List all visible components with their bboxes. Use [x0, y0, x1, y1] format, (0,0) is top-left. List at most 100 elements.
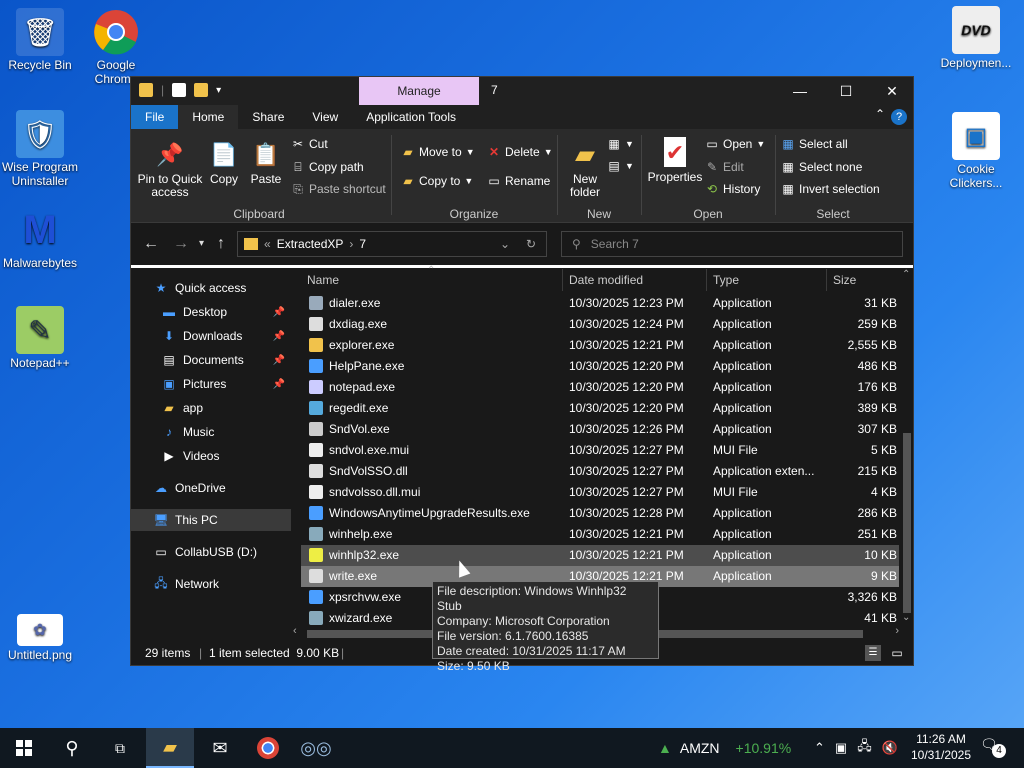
taskbar-file-explorer[interactable]: ▰ — [146, 728, 194, 768]
table-row[interactable]: SndVolSSO.dll 10/30/2025 12:27 PM Applicat… — [301, 461, 899, 482]
invert-selection-button[interactable]: ▦ Invert selection — [781, 182, 879, 196]
back-arrow-icon[interactable]: ← — [143, 235, 159, 253]
table-row[interactable]: regedit.exe 10/30/2025 12:20 PM Applicatio… — [301, 398, 899, 419]
column-header-type[interactable]: Type — [713, 269, 827, 291]
task-view-button[interactable]: ⧉ — [96, 728, 144, 768]
paste-shortcut-button[interactable]: ⎘ Paste shortcut — [291, 182, 386, 197]
history-button[interactable]: ⟲ History — [705, 182, 760, 196]
show-hidden-icons-icon[interactable]: ⌃ — [814, 740, 825, 756]
tab-file[interactable]: File — [131, 105, 179, 129]
table-row[interactable]: WindowsAnytimeUpgradeResults.exe 10/30/20… — [301, 503, 899, 524]
desktop-icon-deployment[interactable]: DVD Deploymen... — [936, 6, 1016, 70]
table-row[interactable]: SndVol.exe 10/30/2025 12:26 PM Application… — [301, 419, 899, 440]
move-to-button[interactable]: ▰ Move to ▼ — [401, 145, 474, 159]
desktop-icon-malwarebytes[interactable]: M Malwarebytes — [0, 206, 80, 271]
easy-access-button[interactable]: ▤ ▼ — [607, 159, 634, 173]
large-icons-view-icon[interactable]: ▭ — [889, 645, 905, 661]
collapse-ribbon-icon[interactable]: ⌃ — [875, 107, 885, 121]
address-input[interactable]: « ExtractedXP › 7 ⌄ ↻ — [237, 231, 547, 257]
breadcrumb-prefix[interactable]: « — [264, 237, 271, 251]
table-row[interactable]: HelpPane.exe 10/30/2025 12:20 PM Applicati… — [301, 356, 899, 377]
action-center-button[interactable]: 🗨 4 — [980, 736, 1008, 760]
refresh-icon[interactable]: ↻ — [526, 237, 536, 251]
breadcrumb-arrow-icon[interactable]: › — [349, 237, 353, 251]
select-all-button[interactable]: ▦ Select all — [781, 137, 847, 151]
nav-documents[interactable]: ▤ Documents 📌 — [131, 349, 291, 371]
new-folder-button[interactable]: ▰ New folder — [563, 139, 607, 199]
volume-muted-icon[interactable]: 🔇 — [882, 740, 898, 756]
customize-toolbar-icon[interactable]: ▾ — [216, 85, 221, 96]
tab-share[interactable]: Share — [238, 105, 298, 129]
breadcrumb-extractedxp[interactable]: ExtractedXP — [277, 237, 344, 251]
nav-collabusb[interactable]: ▭ CollabUSB (D:) — [131, 541, 291, 563]
nav-music[interactable]: ♪ Music — [131, 421, 291, 443]
breadcrumb-7[interactable]: 7 — [359, 237, 366, 251]
camera-icon[interactable]: ▣ — [835, 740, 847, 756]
clock[interactable]: 11:26 AM 10/31/2025 — [906, 731, 976, 763]
table-row[interactable]: sndvol.exe.mui 10/30/2025 12:27 PM MUI Fil… — [301, 440, 899, 461]
rename-button[interactable]: ▭ Rename — [487, 174, 550, 188]
desktop-icon-chrome[interactable]: Google Chrome — [76, 8, 156, 86]
properties-icon[interactable] — [172, 83, 187, 97]
help-icon[interactable]: ? — [891, 109, 907, 125]
desktop-icon-notepadpp[interactable]: ✎ Notepad++ — [0, 306, 80, 370]
column-header-date[interactable]: Date modified — [569, 269, 707, 291]
copy-to-button[interactable]: ▰ Copy to ▼ — [401, 174, 473, 188]
nav-downloads[interactable]: ⬇ Downloads 📌 — [131, 325, 291, 347]
table-row[interactable]: dxdiag.exe 10/30/2025 12:24 PM Application… — [301, 314, 899, 335]
taskbar-chrome[interactable] — [244, 728, 292, 768]
table-row[interactable]: dialer.exe 10/30/2025 12:23 PM Application… — [301, 293, 899, 314]
nav-pictures[interactable]: ▣ Pictures 📌 — [131, 373, 291, 395]
table-row[interactable]: notepad.exe 10/30/2025 12:20 PM Applicatio… — [301, 377, 899, 398]
forward-arrow-icon[interactable]: → — [173, 235, 189, 253]
desktop-icon-untitled-png[interactable]: ✿ Untitled.png — [0, 614, 80, 662]
maximize-button[interactable]: ☐ — [823, 77, 869, 105]
up-arrow-icon[interactable]: ↑ — [217, 235, 225, 253]
cut-button[interactable]: ✂ Cut — [291, 137, 328, 151]
desktop-icon-recycle-bin[interactable]: 🗑 Recycle Bin — [0, 8, 80, 72]
scroll-up-icon[interactable]: ⌃ — [902, 269, 910, 280]
copy-button[interactable]: 📄 Copy — [207, 139, 241, 186]
table-row[interactable]: explorer.exe 10/30/2025 12:21 PM Applicati… — [301, 335, 899, 356]
desktop-icon-cookie-clickers[interactable]: ▣ Cookie Clickers... — [936, 112, 1016, 190]
minimize-button[interactable]: — — [777, 77, 823, 105]
nav-desktop[interactable]: ▬ Desktop 📌 — [131, 301, 291, 323]
scroll-down-icon[interactable]: ⌄ — [902, 612, 910, 623]
scroll-right-icon[interactable]: › — [895, 625, 899, 637]
new-item-button[interactable]: ▦ ▼ — [607, 137, 634, 151]
delete-button[interactable]: ✕ Delete ▼ — [487, 145, 553, 159]
stock-widget[interactable]: ▲ AMZN +10.91% — [658, 728, 791, 768]
search-input[interactable]: ⚲ Search 7 — [561, 231, 903, 257]
nav-quick-access[interactable]: ★ Quick access — [131, 277, 291, 299]
open-button[interactable]: ▭ Open ▼ — [705, 137, 765, 151]
desktop-icon-wise[interactable]: 🛡 Wise Program Uninstaller — [0, 110, 80, 188]
recent-locations-icon[interactable]: ▾ — [199, 238, 204, 249]
scrollbar-thumb[interactable] — [903, 433, 911, 613]
close-button[interactable]: ✕ — [869, 77, 915, 105]
scroll-left-icon[interactable]: ‹ — [293, 625, 297, 637]
pin-icon[interactable]: 📌 — [273, 379, 285, 390]
nav-network[interactable]: 🖧 Network — [131, 573, 291, 595]
taskbar-app[interactable]: ◎◎ — [292, 728, 340, 768]
table-row[interactable]: sndvolsso.dll.mui 10/30/2025 12:27 PM MUI … — [301, 482, 899, 503]
manage-context-tab[interactable]: Manage — [359, 77, 479, 105]
copy-path-button[interactable]: ⌸ Copy path — [291, 160, 363, 175]
network-icon[interactable]: 🖧 — [857, 737, 872, 759]
chevron-down-icon[interactable]: ⌄ — [500, 237, 510, 251]
nav-app[interactable]: ▰ app — [131, 397, 291, 419]
column-header-size[interactable]: Size — [833, 269, 899, 291]
pin-icon[interactable]: 📌 — [273, 331, 285, 342]
paste-button[interactable]: 📋 Paste — [247, 139, 285, 186]
taskbar-mail[interactable]: ✉ — [196, 728, 244, 768]
tab-view[interactable]: View — [298, 105, 352, 129]
pin-quick-access-button[interactable]: 📌 Pin to Quick access — [137, 139, 203, 199]
new-folder-icon[interactable] — [194, 83, 209, 97]
select-none-button[interactable]: ▦ Select none — [781, 160, 862, 174]
tab-home[interactable]: Home — [178, 105, 239, 129]
nav-onedrive[interactable]: ☁ OneDrive — [131, 477, 291, 499]
pin-icon[interactable]: 📌 — [273, 355, 285, 366]
details-view-icon[interactable]: ☰ — [865, 645, 881, 661]
start-button[interactable] — [0, 728, 48, 768]
pin-icon[interactable]: 📌 — [273, 307, 285, 318]
tab-application-tools[interactable]: Application Tools — [352, 105, 470, 129]
